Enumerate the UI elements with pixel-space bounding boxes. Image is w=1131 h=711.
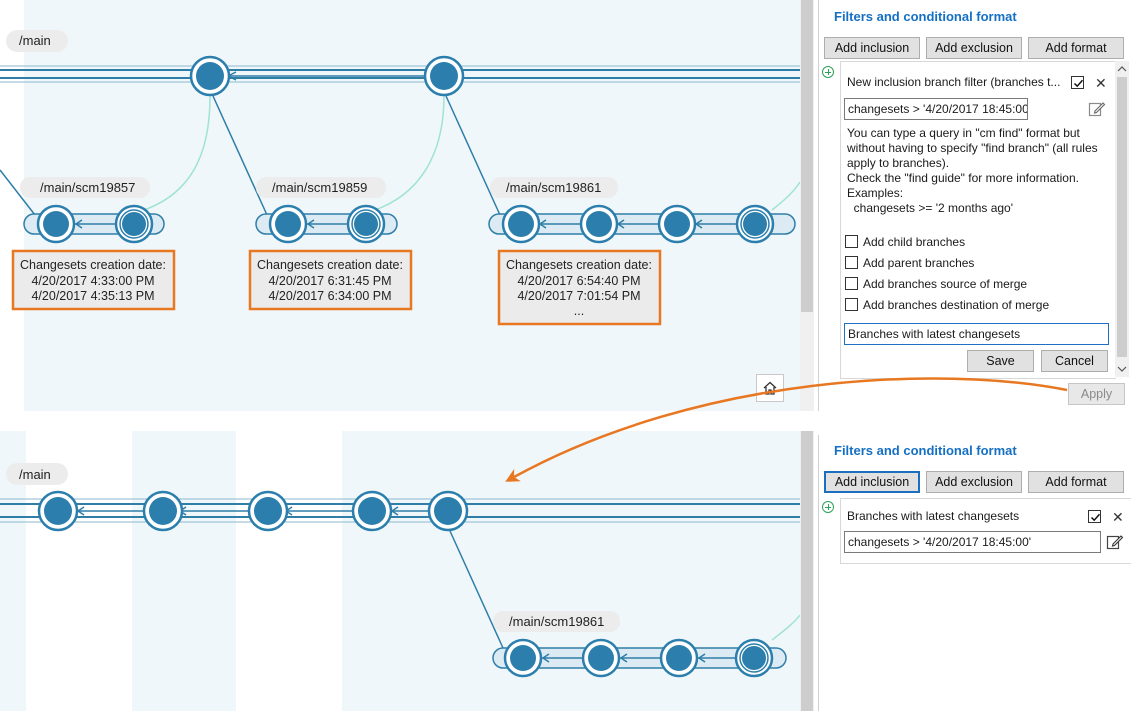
home-icon	[763, 381, 777, 395]
top-graph-band	[24, 0, 800, 411]
close-icon[interactable]: ✕	[1095, 76, 1107, 90]
changeset-node[interactable]	[501, 204, 541, 244]
bottom-main-changeset-node[interactable]	[427, 490, 469, 532]
changeset-date-tooltip: Changesets creation date: 4/20/2017 6:54…	[497, 249, 662, 326]
top-graph-scrollbar-thumb[interactable]	[801, 0, 813, 312]
panel-divider	[818, 411, 1131, 435]
svg-text:Changesets creation date:: Changesets creation date:	[20, 258, 166, 272]
svg-text:4/20/2017 4:33:00 PM: 4/20/2017 4:33:00 PM	[31, 274, 154, 288]
top-filters-panel: Filters and conditional format Add inclu…	[818, 0, 1131, 411]
changeset-date-tooltip: Changesets creation date: 4/20/2017 4:33…	[11, 249, 176, 311]
add-child-branches-checkbox[interactable]	[845, 235, 858, 248]
add-format-button[interactable]: Add format	[1028, 471, 1124, 493]
query-field[interactable]: changesets > '4/20/2017 18:45:00'	[844, 98, 1028, 120]
home-button[interactable]	[756, 374, 784, 402]
add-inclusion-button[interactable]: Add inclusion	[824, 37, 920, 59]
bottom-child-branch-label[interactable]: /main/scm19861	[493, 611, 620, 632]
save-button[interactable]: Save	[967, 350, 1034, 372]
changeset-node[interactable]	[579, 204, 619, 244]
svg-text:4/20/2017 4:35:13 PM: 4/20/2017 4:35:13 PM	[31, 289, 154, 303]
svg-text:/main/scm19857: /main/scm19857	[40, 180, 135, 195]
changeset-node[interactable]	[659, 638, 699, 678]
checkbox-icon	[1073, 79, 1084, 88]
add-merge-source-label[interactable]: Add branches source of merge	[863, 277, 1027, 291]
close-icon[interactable]: ✕	[1112, 510, 1124, 524]
changeset-node[interactable]	[657, 204, 697, 244]
svg-text:/main: /main	[19, 33, 51, 48]
changeset-node[interactable]	[36, 204, 76, 244]
top-main-branch-label[interactable]: /main	[6, 30, 68, 52]
bottom-main-branch-label[interactable]: /main	[6, 463, 68, 485]
add-format-button[interactable]: Add format	[1028, 37, 1124, 59]
bottom-main-changeset-node[interactable]	[37, 490, 79, 532]
changeset-node-head[interactable]	[346, 204, 386, 244]
edit-icon[interactable]	[1106, 533, 1124, 551]
bottom-graph-scrollbar-thumb[interactable]	[801, 431, 813, 711]
apply-button[interactable]: Apply	[1068, 383, 1125, 405]
query-help-text: You can type a query in "cm find" format…	[847, 126, 1098, 215]
filter-name-field[interactable]: Branches with latest changesets	[844, 323, 1109, 345]
svg-text:...: ...	[574, 304, 584, 318]
bottom-main-changeset-node[interactable]	[351, 490, 393, 532]
svg-text:Changesets creation date:: Changesets creation date:	[506, 258, 652, 272]
bottom-main-changeset-node[interactable]	[247, 490, 289, 532]
svg-text:/main/scm19861: /main/scm19861	[506, 180, 601, 195]
svg-text:/main/scm19861: /main/scm19861	[509, 614, 604, 629]
svg-text:Changesets creation date:: Changesets creation date:	[257, 258, 403, 272]
inclusion-filter-editor: New inclusion branch filter (branches t.…	[840, 61, 1116, 379]
inclusion-filter-card: Branches with latest changesets ✕ change…	[840, 498, 1131, 564]
svg-text:4/20/2017 7:01:54 PM: 4/20/2017 7:01:54 PM	[517, 289, 640, 303]
bottom-main-changeset-node[interactable]	[142, 490, 184, 532]
add-merge-destination-checkbox[interactable]	[845, 298, 858, 311]
plus-circle-icon[interactable]	[822, 501, 834, 513]
top-main-changeset-node[interactable]	[423, 55, 465, 97]
add-inclusion-button[interactable]: Add inclusion	[824, 471, 920, 493]
add-child-branches-label[interactable]: Add child branches	[863, 235, 965, 249]
top-main-changeset-node[interactable]	[189, 55, 231, 97]
svg-text:4/20/2017 6:54:40 PM: 4/20/2017 6:54:40 PM	[517, 274, 640, 288]
svg-text:/main: /main	[19, 467, 51, 482]
checkbox-icon	[1090, 513, 1101, 522]
changeset-date-tooltip: Changesets creation date: 4/20/2017 6:31…	[248, 249, 413, 311]
panel-scrollbar-track[interactable]	[1115, 61, 1129, 377]
plus-circle-icon[interactable]	[822, 66, 834, 78]
filter-title: Branches with latest changesets	[847, 509, 1020, 523]
add-merge-source-checkbox[interactable]	[845, 277, 858, 290]
panel-title: Filters and conditional format	[834, 443, 1017, 458]
chevron-down-icon[interactable]	[1115, 363, 1129, 375]
filter-enabled-checkbox[interactable]	[1071, 76, 1084, 89]
svg-text:/main/scm19859: /main/scm19859	[272, 180, 367, 195]
svg-text:4/20/2017 6:31:45 PM: 4/20/2017 6:31:45 PM	[268, 274, 391, 288]
panel-scrollbar-thumb[interactable]	[1117, 77, 1127, 357]
add-exclusion-button[interactable]: Add exclusion	[926, 37, 1022, 59]
changeset-node-head[interactable]	[735, 204, 775, 244]
bottom-filters-panel: Filters and conditional format Add inclu…	[818, 435, 1131, 711]
edit-icon[interactable]	[1088, 100, 1106, 118]
changeset-node[interactable]	[503, 638, 543, 678]
chevron-up-icon[interactable]	[1115, 63, 1129, 75]
add-parent-branches-label[interactable]: Add parent branches	[863, 256, 974, 270]
add-parent-branches-checkbox[interactable]	[845, 256, 858, 269]
svg-text:4/20/2017 6:34:00 PM: 4/20/2017 6:34:00 PM	[268, 289, 391, 303]
changeset-node-head[interactable]	[734, 638, 774, 678]
filter-title: New inclusion branch filter (branches t.…	[847, 75, 1061, 89]
add-merge-destination-label[interactable]: Add branches destination of merge	[863, 298, 1049, 312]
top-child-branch-label[interactable]: /main/scm19861	[490, 177, 618, 198]
changeset-node[interactable]	[268, 204, 308, 244]
add-exclusion-button[interactable]: Add exclusion	[926, 471, 1022, 493]
query-field[interactable]: changesets > '4/20/2017 18:45:00'	[844, 531, 1101, 553]
top-child-branch-label[interactable]: /main/scm19859	[256, 177, 386, 198]
filter-enabled-checkbox[interactable]	[1088, 510, 1101, 523]
cancel-button[interactable]: Cancel	[1041, 350, 1108, 372]
top-child-branch-label[interactable]: /main/scm19857	[20, 177, 150, 198]
changeset-node[interactable]	[581, 638, 621, 678]
changeset-node-head[interactable]	[114, 204, 154, 244]
panel-title: Filters and conditional format	[834, 9, 1017, 24]
